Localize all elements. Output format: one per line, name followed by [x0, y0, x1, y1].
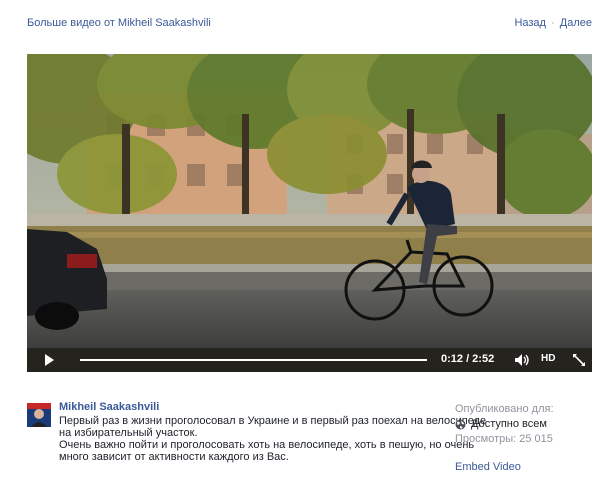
nav-separator: ·	[551, 17, 555, 29]
time-display: 0:12 / 2:52	[441, 353, 495, 365]
avatar-image	[27, 403, 51, 427]
post-text-line: много зависит от активности каждого из В…	[59, 451, 289, 463]
progress-bar[interactable]	[80, 359, 427, 361]
post-text: Первый раз в жизни проголосовал в Украин…	[59, 415, 487, 463]
video-frame[interactable]	[27, 54, 592, 372]
globe-icon	[455, 419, 466, 429]
progress-fill	[80, 359, 105, 361]
audience-label: Доступно всем	[471, 418, 547, 430]
top-bar: Больше видео от Mikheil Saakashvili Наза…	[0, 0, 600, 40]
fullscreen-icon[interactable]	[572, 353, 586, 367]
next-link[interactable]: Далее	[560, 17, 592, 29]
embed-video-link[interactable]: Embed Video	[455, 461, 521, 473]
post-text-line: Первый раз в жизни проголосовал в Украин…	[59, 415, 487, 427]
post-text-line: на избирательный участок.	[59, 427, 198, 439]
hd-button[interactable]: HD	[541, 353, 555, 364]
player-controls: 0:12 / 2:52 HD	[27, 348, 592, 372]
view-count: Просмотры: 25 015	[455, 433, 553, 445]
author-name[interactable]: Mikheil Saakashvili	[59, 401, 159, 413]
video-navigation: Назад · Далее	[514, 17, 592, 29]
post-text-line: Очень важно пойти и проголосовать хоть н…	[59, 439, 475, 451]
audience-selector[interactable]: Доступно всем	[455, 418, 595, 430]
published-label: Опубликовано для:	[455, 403, 554, 415]
back-link[interactable]: Назад	[514, 17, 546, 29]
play-icon[interactable]	[45, 354, 54, 366]
video-player[interactable]: 0:12 / 2:52 HD	[27, 54, 592, 372]
post-meta: Опубликовано для: Доступно всем Просмотр…	[455, 403, 595, 445]
volume-icon[interactable]	[514, 353, 530, 367]
more-videos-link[interactable]: Больше видео от Mikheil Saakashvili	[27, 17, 211, 29]
avatar[interactable]	[27, 403, 51, 427]
